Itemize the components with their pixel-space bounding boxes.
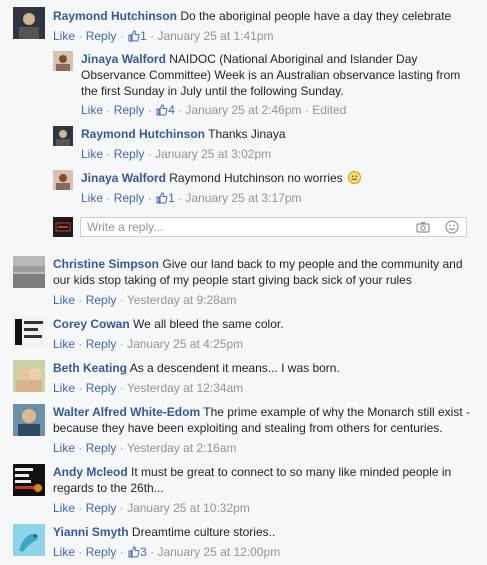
timestamp[interactable]: Yesterday at 2:16am (127, 441, 237, 455)
comment-text: Do the aboriginal people have a day they… (180, 9, 452, 23)
avatar[interactable] (53, 170, 73, 190)
reply-button[interactable]: Reply (86, 337, 117, 351)
timestamp[interactable]: January 25 at 2:46pm (185, 103, 301, 117)
thumbs-up-icon (128, 546, 140, 562)
reply-button[interactable]: Reply (114, 103, 145, 117)
avatar[interactable] (13, 464, 45, 496)
like-button[interactable]: Like (53, 441, 75, 455)
timestamp[interactable]: Yesterday at 9:28am (127, 293, 237, 307)
thumbs-up-icon (128, 30, 140, 46)
avatar[interactable] (13, 7, 45, 39)
thumbs-up-icon (156, 104, 168, 120)
like-count[interactable]: 3 (127, 545, 147, 559)
comment-author[interactable]: Raymond Hutchinson (81, 127, 205, 141)
like-button[interactable]: Like (53, 29, 75, 43)
smiley-icon (348, 171, 362, 184)
comment-author[interactable]: Christine Simpson (53, 257, 159, 271)
edited-label[interactable]: Edited (312, 103, 346, 117)
comment-author[interactable]: Yianni Smyth (53, 525, 129, 539)
like-button[interactable]: Like (53, 545, 75, 559)
reply-button[interactable]: Reply (114, 147, 145, 161)
comment-text: Thanks Jinaya (208, 127, 286, 141)
like-count[interactable]: 1 (155, 191, 175, 205)
comment-text: We all bleed the same color. (133, 317, 284, 331)
avatar[interactable] (13, 360, 45, 392)
timestamp[interactable]: Yesterday at 12:34am (127, 381, 243, 395)
comment-text: Dreamtime culture stories.. (131, 525, 276, 539)
avatar[interactable] (53, 51, 73, 71)
comment-author[interactable]: Beth Keating (53, 361, 127, 375)
thumbs-up-icon (156, 192, 168, 208)
timestamp[interactable]: January 25 at 1:41pm (157, 29, 273, 43)
like-button[interactable]: Like (53, 501, 75, 515)
smiley-icon[interactable] (445, 220, 459, 237)
like-button[interactable]: Like (81, 103, 103, 117)
timestamp[interactable]: January 25 at 4:25pm (127, 337, 243, 351)
comment-text: As a descendent it means... I was born. (129, 361, 340, 375)
timestamp[interactable]: January 25 at 10:32pm (127, 501, 250, 515)
like-button[interactable]: Like (81, 147, 103, 161)
timestamp[interactable]: January 25 at 12:00pm (157, 545, 280, 559)
reply-button[interactable]: Reply (86, 293, 117, 307)
reply-button[interactable]: Reply (114, 191, 145, 205)
reply-box[interactable] (80, 217, 467, 237)
comment-author[interactable]: Walter Alfred White-Edom (53, 405, 200, 419)
current-user-avatar (53, 217, 73, 237)
comment-author[interactable]: Corey Cowan (53, 317, 130, 331)
avatar[interactable] (53, 126, 73, 146)
reply-button[interactable]: Reply (86, 501, 117, 515)
reply-button[interactable]: Reply (86, 29, 117, 43)
reply-button[interactable]: Reply (86, 381, 117, 395)
reply-input[interactable] (87, 220, 397, 234)
timestamp[interactable]: January 25 at 3:17pm (185, 191, 301, 205)
timestamp[interactable]: January 25 at 3:02pm (155, 147, 271, 161)
like-button[interactable]: Like (53, 381, 75, 395)
like-count[interactable]: 1 (127, 29, 147, 43)
comment-author[interactable]: Jinaya Walford (81, 171, 166, 185)
avatar[interactable] (13, 524, 45, 556)
comment-author[interactable]: Andy Mcleod (53, 465, 128, 479)
reply-button[interactable]: Reply (86, 441, 117, 455)
like-button[interactable]: Like (53, 293, 75, 307)
camera-icon[interactable] (416, 221, 430, 236)
avatar[interactable] (13, 404, 45, 436)
like-button[interactable]: Like (81, 191, 103, 205)
comment-author[interactable]: Jinaya Walford (81, 52, 166, 66)
comment-text: Raymond Hutchinson no worries (169, 171, 343, 185)
comment-author[interactable]: Raymond Hutchinson (53, 9, 177, 23)
reply-button[interactable]: Reply (86, 545, 117, 559)
avatar[interactable] (13, 256, 45, 288)
like-count[interactable]: 4 (155, 103, 175, 117)
avatar[interactable] (13, 316, 45, 348)
like-button[interactable]: Like (53, 337, 75, 351)
